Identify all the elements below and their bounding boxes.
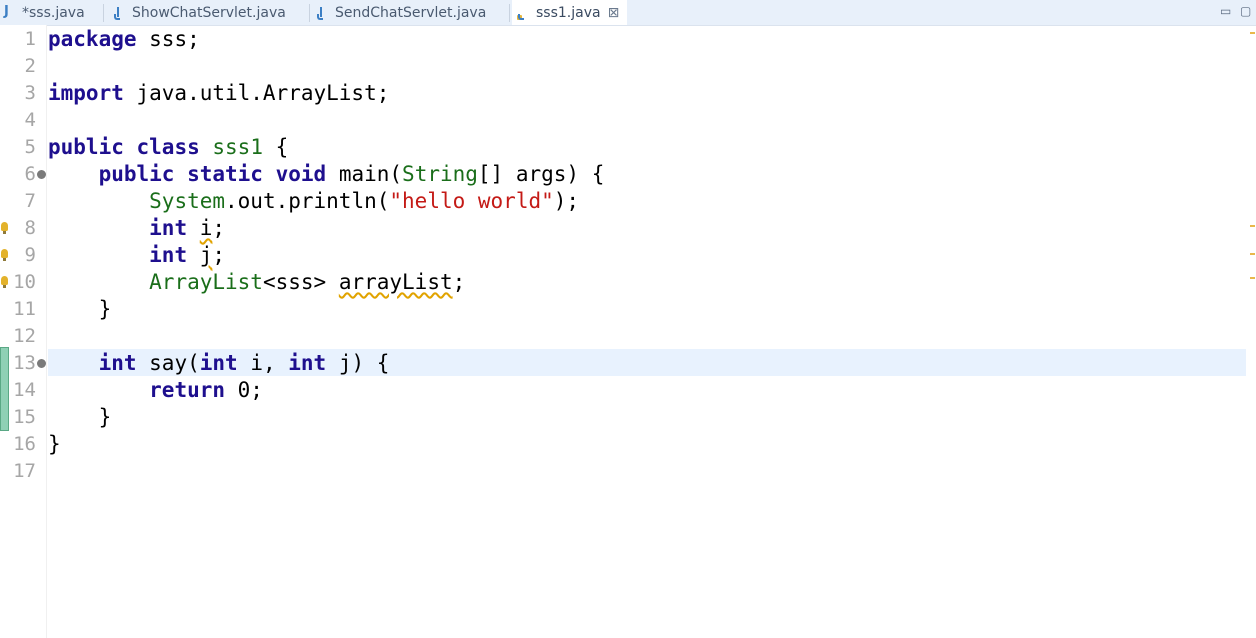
code-line: } (98, 405, 112, 429)
code-editor[interactable]: package sss; import java.util.ArrayList;… (48, 25, 1246, 638)
line-number-gutter: 1 2 3 4 5 6 7 8 9 10 11 12 13 14 15 16 1… (0, 25, 47, 638)
line-number: 5 (24, 136, 36, 158)
tab-sendchatservlet-java[interactable]: SendChatServlet.java (317, 0, 486, 25)
tab-sss-java[interactable]: *sss.java (4, 0, 85, 25)
tab-showchatservlet-java[interactable]: ShowChatServlet.java (114, 0, 286, 25)
overview-warning-marker[interactable] (1250, 32, 1255, 34)
tab-label: ShowChatServlet.java (132, 4, 286, 21)
line-number: 1 (24, 28, 36, 50)
code-line: } (48, 432, 61, 456)
tab-label: *sss.java (22, 4, 85, 21)
fold-collapse-icon[interactable] (37, 170, 46, 179)
line-number: 4 (24, 109, 36, 131)
tab-label: sss1.java (536, 4, 601, 21)
tab-label: SendChatServlet.java (335, 4, 487, 21)
tab-divider (309, 4, 310, 22)
overview-warning-marker[interactable] (1250, 225, 1255, 227)
quick-fix-bulb-icon[interactable] (1, 222, 8, 234)
quick-fix-bulb-icon[interactable] (1, 276, 8, 288)
editor-tab-bar: *sss.java ShowChatServlet.java SendChatS… (0, 0, 1256, 26)
code-line: public static void main(String[] args) { (98, 162, 605, 186)
quick-fix-bulb-icon[interactable] (1, 249, 8, 261)
tab-sss1-java[interactable]: sss1.java ⊠ (512, 0, 628, 25)
minimize-icon[interactable]: ▭ (1220, 4, 1231, 18)
code-line: ArrayList<sss> arrayList; (149, 270, 466, 294)
line-number: 12 (13, 325, 36, 347)
overview-warning-marker[interactable] (1250, 277, 1255, 279)
overview-warning-marker[interactable] (1250, 253, 1255, 255)
tab-divider (103, 4, 104, 22)
java-file-icon (4, 4, 14, 20)
overview-ruler[interactable] (1246, 25, 1256, 638)
code-line: int say(int i, int j) { (98, 351, 390, 375)
code-line: import java.util.ArrayList; (48, 81, 390, 105)
code-line: } (98, 297, 112, 321)
code-line: package sss; (48, 27, 200, 51)
line-number: 11 (13, 298, 36, 320)
java-file-icon (317, 6, 327, 20)
code-line: System.out.println("hello world"); (149, 189, 580, 213)
code-line: int j; (149, 243, 226, 267)
line-number: 6 (24, 163, 36, 185)
code-line: int i; (149, 216, 226, 240)
close-icon[interactable]: ⊠ (608, 5, 620, 21)
line-number: 2 (24, 55, 36, 77)
line-number: 7 (24, 190, 36, 212)
change-marker (0, 347, 9, 431)
code-line: public class sss1 { (48, 135, 289, 159)
line-number: 3 (24, 82, 36, 104)
maximize-icon[interactable]: ▢ (1240, 4, 1251, 18)
line-number: 17 (13, 460, 36, 482)
java-file-icon (114, 6, 124, 20)
line-number: 16 (13, 433, 36, 455)
java-file-warning-icon (517, 6, 528, 20)
tab-divider (509, 4, 510, 22)
fold-collapse-icon[interactable] (37, 359, 46, 368)
code-line: return 0; (149, 378, 263, 402)
